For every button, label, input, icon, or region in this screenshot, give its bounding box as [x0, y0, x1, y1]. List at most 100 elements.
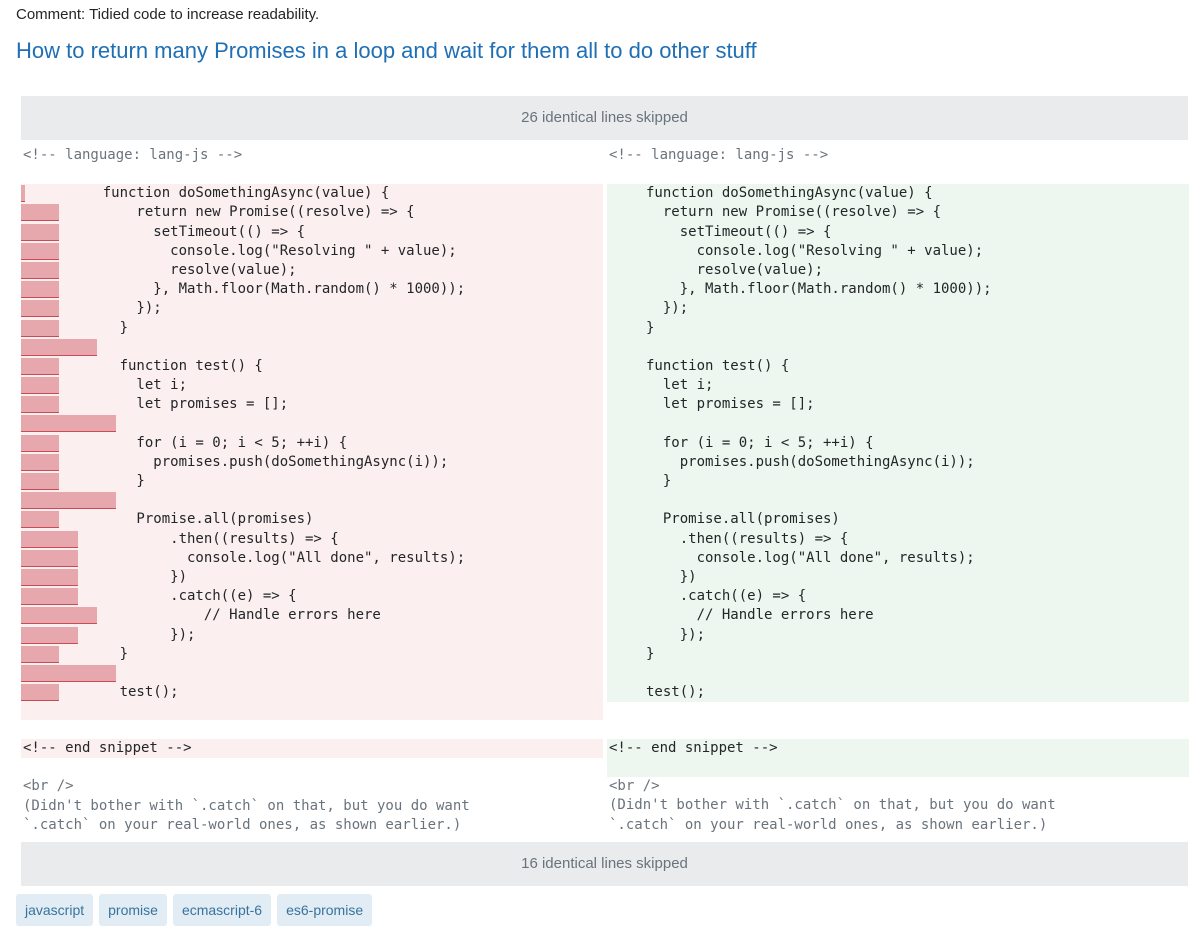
code-line: }); — [607, 299, 1189, 318]
tag-es6-promise[interactable]: es6-promise — [277, 894, 373, 926]
removed-whitespace-mark — [21, 300, 59, 318]
code-line: } — [21, 645, 603, 664]
code-line: function test() { — [607, 357, 1189, 376]
code-line: setTimeout(() => { — [21, 223, 603, 242]
code-line: .then((results) => { — [21, 530, 603, 549]
code-line: resolve(value); — [607, 261, 1189, 280]
code-text: let i; — [646, 377, 714, 394]
removed-whitespace-mark — [21, 434, 59, 452]
code-text: // Handle errors here — [646, 607, 874, 624]
removed-whitespace-mark — [21, 185, 25, 203]
code-line: }); — [21, 299, 603, 318]
language-comment: <!-- language: lang-js --> — [23, 147, 243, 163]
code-text: let i; — [69, 377, 188, 394]
tag-list: javascript promise ecmascript-6 es6-promise — [16, 894, 373, 926]
code-line: } — [21, 319, 603, 338]
revision-comment: Comment: Tidied code to increase readabi… — [16, 6, 320, 23]
code-line: promises.push(doSomethingAsync(i)); — [21, 453, 603, 472]
code-line: // Handle errors here — [607, 606, 1189, 625]
code-line: let promises = []; — [21, 395, 603, 414]
code-text: console.log("All done", results); — [646, 549, 975, 566]
code-line: resolve(value); — [21, 261, 603, 280]
code-line: .then((results) => { — [607, 530, 1189, 549]
removed-whitespace-mark — [21, 473, 59, 491]
code-text: } — [646, 645, 655, 662]
removed-whitespace-mark — [21, 242, 59, 260]
code-text: }); — [646, 300, 689, 317]
removed-whitespace-mark — [21, 664, 116, 682]
removed-whitespace-mark — [21, 223, 59, 241]
code-text: .catch((e) => { — [646, 588, 807, 605]
code-text: } — [69, 473, 145, 490]
identical-lines-skipped-top[interactable]: 26 identical lines skipped — [21, 96, 1188, 140]
removed-whitespace-mark — [21, 396, 59, 414]
removed-whitespace-mark — [21, 568, 78, 586]
tag-promise[interactable]: promise — [99, 894, 167, 926]
code-line: return new Promise((resolve) => { — [607, 203, 1189, 222]
code-line: }) — [21, 568, 603, 587]
removed-whitespace-mark — [21, 261, 59, 279]
removed-whitespace-mark — [21, 281, 59, 299]
code-text: resolve(value); — [646, 261, 824, 278]
code-line: console.log("Resolving " + value); — [607, 242, 1189, 261]
diff-left-column: <!-- language: lang-js --> function doSo… — [21, 146, 603, 835]
code-text: setTimeout(() => { — [69, 223, 306, 240]
code-text: } — [69, 319, 129, 336]
code-line: promises.push(doSomethingAsync(i)); — [607, 453, 1189, 472]
code-line: test(); — [21, 683, 603, 702]
code-text: for (i = 0; i < 5; ++i) { — [69, 434, 348, 451]
note-line-2: `.catch` on your real-world ones, as sho… — [23, 816, 462, 833]
code-text: console.log("Resolving " + value); — [69, 242, 457, 259]
code-line: } — [607, 319, 1189, 338]
code-text: test(); — [69, 684, 179, 701]
removed-whitespace-mark — [21, 357, 59, 375]
inserted-end-snippet-block: <!-- end snippet --> — [607, 739, 1189, 778]
code-line: console.log("Resolving " + value); — [21, 242, 603, 261]
code-text: // Handle errors here — [69, 607, 381, 624]
code-text: promises.push(doSomethingAsync(i)); — [646, 453, 975, 470]
code-text: function doSomethingAsync(value) { — [69, 185, 390, 202]
code-line: } — [607, 472, 1189, 491]
code-line: function doSomethingAsync(value) { — [21, 184, 603, 203]
code-text: console.log("Resolving " + value); — [646, 242, 984, 259]
removed-whitespace-mark — [21, 607, 97, 625]
end-snippet-comment: <!-- end snippet --> — [609, 740, 778, 757]
code-line: Promise.all(promises) — [607, 510, 1189, 529]
code-text: } — [646, 473, 672, 490]
code-text: function doSomethingAsync(value) { — [646, 185, 933, 202]
question-title[interactable]: How to return many Promises in a loop an… — [16, 38, 757, 64]
removed-whitespace-mark — [21, 204, 59, 222]
code-text: }) — [646, 568, 697, 585]
removed-whitespace-mark — [21, 415, 116, 433]
code-line — [21, 414, 603, 433]
code-line: console.log("All done", results); — [607, 549, 1189, 568]
code-line: setTimeout(() => { — [607, 223, 1189, 242]
code-text: resolve(value); — [69, 261, 297, 278]
tag-ecmascript-6[interactable]: ecmascript-6 — [172, 894, 272, 926]
removed-whitespace-mark — [21, 492, 116, 510]
tag-javascript[interactable]: javascript — [16, 894, 94, 926]
removed-whitespace-mark — [21, 645, 59, 663]
code-line: .catch((e) => { — [21, 587, 603, 606]
diff-right-column: <!-- language: lang-js --> function doSo… — [607, 146, 1189, 835]
code-line: let i; — [21, 376, 603, 395]
removed-whitespace-mark — [21, 684, 59, 702]
removed-whitespace-mark — [21, 588, 78, 606]
code-line: function test() { — [21, 357, 603, 376]
code-text: .then((results) => { — [69, 530, 339, 547]
br-tag-line: <br /> — [609, 778, 660, 795]
code-text: } — [646, 319, 655, 336]
code-line: function doSomethingAsync(value) { — [607, 184, 1189, 203]
identical-lines-skipped-bottom[interactable]: 16 identical lines skipped — [21, 842, 1188, 886]
code-text: .catch((e) => { — [69, 588, 297, 605]
code-text: Promise.all(promises) — [69, 511, 314, 528]
code-text: setTimeout(() => { — [646, 223, 832, 240]
code-line: let i; — [607, 376, 1189, 395]
code-line: }, Math.floor(Math.random() * 1000)); — [607, 280, 1189, 299]
code-line: } — [21, 472, 603, 491]
code-text: test(); — [646, 684, 706, 701]
code-line: } — [607, 645, 1189, 664]
